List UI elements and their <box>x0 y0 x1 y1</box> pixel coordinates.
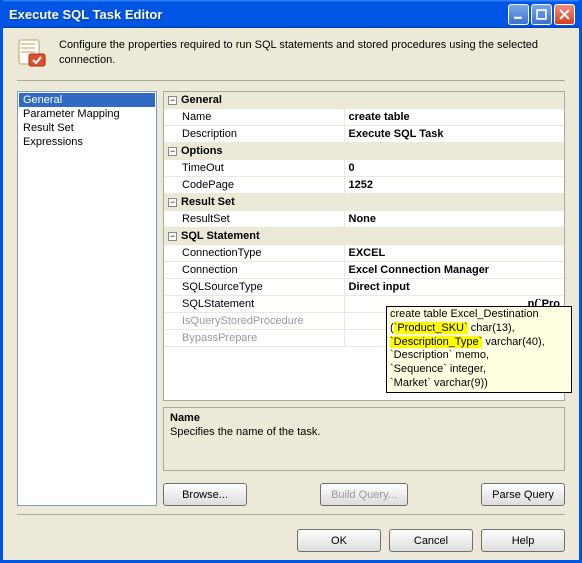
ok-button[interactable]: OK <box>297 529 381 552</box>
prop-name-label[interactable]: Name <box>164 109 344 126</box>
nav-item-general[interactable]: General <box>19 93 155 107</box>
prop-isquerystoredprocedure-label: IsQueryStoredProcedure <box>164 313 344 330</box>
prop-bypassprepare-label: BypassPrepare <box>164 330 344 347</box>
help-button[interactable]: Help <box>481 529 565 552</box>
titlebar[interactable]: Execute SQL Task Editor <box>3 0 579 28</box>
window-title: Execute SQL Task Editor <box>9 7 508 22</box>
prop-name-value[interactable]: create table <box>344 109 564 126</box>
nav-item-expressions[interactable]: Expressions <box>19 135 155 149</box>
collapse-icon[interactable]: − <box>168 147 177 156</box>
help-title: Name <box>170 412 558 424</box>
prop-sqlsourcetype-value[interactable]: Direct input <box>344 279 564 296</box>
category-sql-statement[interactable]: −SQL Statement <box>164 228 564 245</box>
category-options[interactable]: −Options <box>164 143 564 160</box>
divider <box>17 80 565 81</box>
prop-description-label[interactable]: Description <box>164 126 344 143</box>
prop-codepage-label[interactable]: CodePage <box>164 177 344 194</box>
prop-description-value[interactable]: Execute SQL Task <box>344 126 564 143</box>
header-description: Configure the properties required to run… <box>59 38 565 70</box>
cancel-button[interactable]: Cancel <box>389 529 473 552</box>
sqlstatement-tooltip: create table Excel_Destination (`Product… <box>386 306 572 393</box>
collapse-icon[interactable]: − <box>168 198 177 207</box>
prop-resultset-label[interactable]: ResultSet <box>164 211 344 228</box>
task-icon <box>17 38 49 70</box>
category-general[interactable]: −General <box>164 92 564 109</box>
browse-button[interactable]: Browse... <box>163 483 247 506</box>
prop-codepage-value[interactable]: 1252 <box>344 177 564 194</box>
nav-panel: General Parameter Mapping Result Set Exp… <box>17 91 157 506</box>
parse-query-button[interactable]: Parse Query <box>481 483 565 506</box>
prop-sqlsourcetype-label[interactable]: SQLSourceType <box>164 279 344 296</box>
minimize-button[interactable] <box>508 4 529 25</box>
nav-item-result-set[interactable]: Result Set <box>19 121 155 135</box>
prop-sqlstatement-label[interactable]: SQLStatement <box>164 296 344 313</box>
close-button[interactable] <box>554 4 575 25</box>
prop-connection-value[interactable]: Excel Connection Manager <box>344 262 564 279</box>
collapse-icon[interactable]: − <box>168 96 177 105</box>
prop-connection-label[interactable]: Connection <box>164 262 344 279</box>
prop-connectiontype-label[interactable]: ConnectionType <box>164 245 344 262</box>
help-body: Specifies the name of the task. <box>170 426 558 438</box>
nav-item-parameter-mapping[interactable]: Parameter Mapping <box>19 107 155 121</box>
maximize-button[interactable] <box>531 4 552 25</box>
collapse-icon[interactable]: − <box>168 232 177 241</box>
category-result-set[interactable]: −Result Set <box>164 194 564 211</box>
prop-resultset-value[interactable]: None <box>344 211 564 228</box>
prop-timeout-value[interactable]: 0 <box>344 160 564 177</box>
prop-timeout-label[interactable]: TimeOut <box>164 160 344 177</box>
help-box: Name Specifies the name of the task. <box>163 407 565 471</box>
divider <box>17 514 565 515</box>
prop-connectiontype-value[interactable]: EXCEL <box>344 245 564 262</box>
build-query-button: Build Query... <box>320 483 408 506</box>
